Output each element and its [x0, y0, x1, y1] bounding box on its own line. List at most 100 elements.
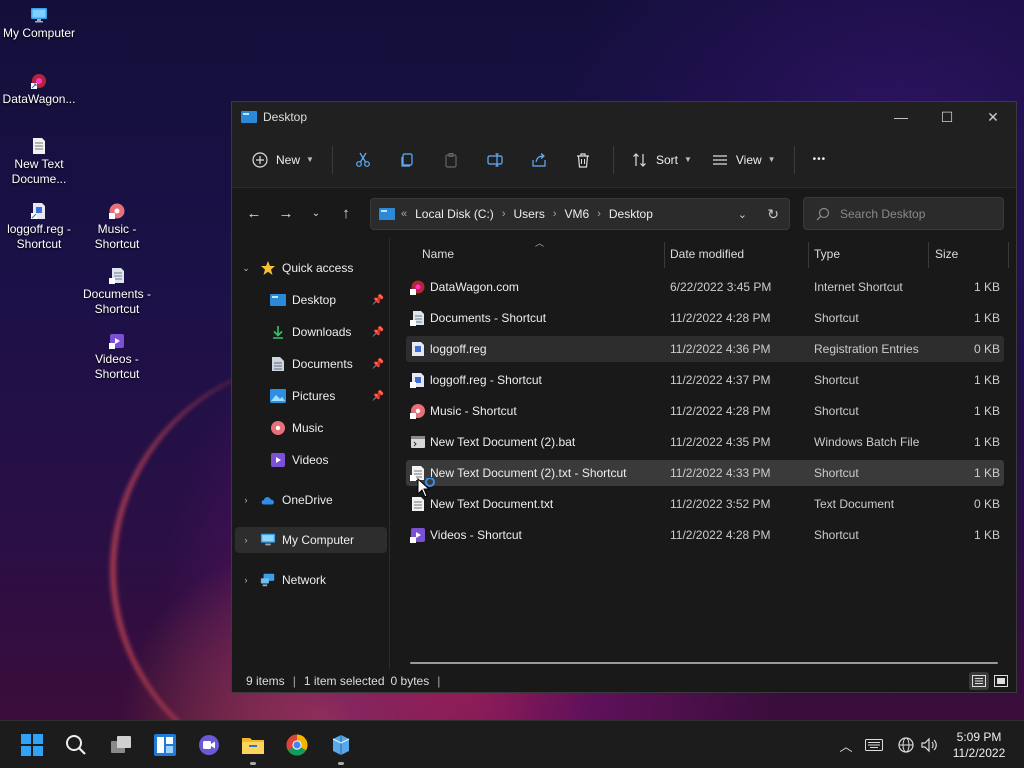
address-bar[interactable]: « Local Disk (C:) › Users › VM6 › Deskto…: [370, 198, 790, 230]
column-divider[interactable]: [664, 242, 665, 268]
windows-logo-icon: [21, 734, 43, 756]
breadcrumb-local-disk[interactable]: Local Disk (C:): [415, 207, 494, 221]
file-type: Shortcut: [814, 373, 859, 387]
forward-arrow-icon[interactable]: →: [270, 205, 302, 222]
cut-button[interactable]: [346, 144, 380, 176]
keyboard-icon[interactable]: [864, 735, 884, 755]
pin-icon[interactable]: 📌: [372, 359, 384, 370]
table-row[interactable]: Documents - Shortcut 11/2/2022 4:28 PM S…: [406, 305, 1004, 331]
chevron-right-icon[interactable]: ›: [238, 535, 254, 545]
maximize-button[interactable]: ☐: [924, 102, 970, 132]
download-icon: [270, 324, 286, 340]
breadcrumb-desktop[interactable]: Desktop: [609, 207, 653, 221]
desktop-icon-new-text-document[interactable]: New Text Docume...: [0, 137, 78, 187]
chevron-down-icon[interactable]: ⌄: [238, 263, 254, 274]
widgets-button[interactable]: [153, 733, 177, 757]
table-row[interactable]: loggoff.reg - Shortcut 11/2/2022 4:37 PM…: [406, 367, 1004, 393]
nav-network[interactable]: › Network: [232, 567, 388, 593]
file-type: Shortcut: [814, 528, 859, 542]
nav-item-documents[interactable]: Documents 📌: [232, 351, 388, 377]
nav-my-computer[interactable]: › My Computer: [235, 527, 387, 553]
back-arrow-icon[interactable]: ←: [238, 205, 270, 222]
up-arrow-icon[interactable]: ↑: [330, 205, 362, 222]
registry-icon: [412, 342, 424, 356]
share-button[interactable]: [522, 144, 556, 176]
nav-item-videos[interactable]: Videos: [232, 447, 388, 473]
desktop-icon-label: DataWagon...: [2, 92, 76, 106]
more-options-button[interactable]: •••: [803, 144, 837, 176]
table-row[interactable]: New Text Document (2).txt - Shortcut 11/…: [406, 460, 1004, 486]
tiles-view-button[interactable]: [991, 672, 1011, 690]
horizontal-scrollbar[interactable]: [410, 662, 998, 664]
table-row[interactable]: DataWagon.com 6/22/2022 3:45 PM Internet…: [406, 274, 1004, 300]
chevron-right-icon[interactable]: ›: [502, 208, 506, 220]
volume-icon[interactable]: [920, 735, 940, 755]
widgets-icon: [154, 734, 176, 756]
title-bar[interactable]: Desktop — ☐ ✕: [232, 102, 1016, 132]
column-divider[interactable]: [808, 242, 809, 268]
system-clock[interactable]: 5:09 PM 11/2/2022: [944, 729, 1014, 761]
app-taskbar-button[interactable]: [329, 733, 353, 757]
address-history-chevron-icon[interactable]: ⌄: [738, 208, 747, 221]
rename-button[interactable]: [478, 144, 512, 176]
details-view-button[interactable]: [969, 672, 989, 690]
recent-locations-chevron-icon[interactable]: ⌄: [302, 208, 330, 219]
new-button[interactable]: New ▼: [242, 144, 324, 176]
column-header-size[interactable]: Size: [935, 238, 958, 270]
file-name: New Text Document (2).bat: [430, 435, 576, 449]
start-button[interactable]: [20, 733, 44, 757]
nav-item-pictures[interactable]: Pictures 📌: [232, 383, 388, 409]
refresh-icon[interactable]: ↻: [767, 206, 779, 223]
chevron-right-icon[interactable]: ›: [597, 208, 601, 220]
show-hidden-icons-chevron-icon[interactable]: ︿: [836, 735, 856, 755]
desktop-icon-my-computer[interactable]: My Computer: [0, 6, 78, 41]
breadcrumb-overflow-icon[interactable]: «: [401, 208, 407, 220]
task-view-button[interactable]: [109, 733, 133, 757]
column-divider[interactable]: [928, 242, 929, 268]
pin-icon[interactable]: 📌: [372, 327, 384, 338]
table-row[interactable]: loggoff.reg 11/2/2022 4:36 PM Registrati…: [406, 336, 1004, 362]
delete-button[interactable]: [566, 144, 600, 176]
sort-button[interactable]: Sort ▼: [622, 144, 702, 176]
desktop-icon-videos-shortcut[interactable]: Videos - Shortcut: [78, 332, 156, 382]
chrome-taskbar-button[interactable]: [285, 733, 309, 757]
desktop-icon: [379, 208, 395, 220]
column-divider[interactable]: [1008, 242, 1009, 268]
pin-icon[interactable]: 📌: [372, 391, 384, 402]
nav-item-desktop[interactable]: Desktop 📌: [232, 287, 388, 313]
table-row[interactable]: New Text Document.txt 11/2/2022 3:52 PM …: [406, 491, 1004, 517]
network-globe-icon[interactable]: [896, 735, 916, 755]
file-date: 6/22/2022 3:45 PM: [670, 280, 772, 294]
search-button[interactable]: [64, 733, 88, 757]
nav-item-music[interactable]: Music: [232, 415, 388, 441]
status-separator: |: [292, 674, 296, 688]
breadcrumb-vm6[interactable]: VM6: [565, 207, 590, 221]
table-row[interactable]: New Text Document (2).bat 11/2/2022 4:35…: [406, 429, 1004, 455]
view-button[interactable]: View ▼: [702, 144, 786, 176]
column-header-name[interactable]: Name: [422, 238, 454, 270]
nav-quick-access[interactable]: ⌄ Quick access: [232, 255, 388, 281]
paste-button[interactable]: [434, 144, 468, 176]
chevron-right-icon[interactable]: ›: [553, 208, 557, 220]
desktop-icon-documents-shortcut[interactable]: Documents - Shortcut: [78, 267, 156, 317]
search-box[interactable]: [803, 197, 1004, 230]
close-button[interactable]: ✕: [970, 102, 1016, 132]
minimize-button[interactable]: —: [878, 102, 924, 132]
search-input[interactable]: [840, 206, 990, 221]
file-explorer-taskbar-button[interactable]: [241, 733, 265, 757]
desktop-icon-datawagon[interactable]: DataWagon...: [0, 72, 78, 107]
desktop-icon-loggoff-shortcut[interactable]: loggoff.reg - Shortcut: [0, 202, 78, 252]
chevron-right-icon[interactable]: ›: [238, 495, 254, 505]
breadcrumb-users[interactable]: Users: [513, 207, 544, 221]
column-header-date[interactable]: Date modified: [670, 238, 744, 270]
table-row[interactable]: Videos - Shortcut 11/2/2022 4:28 PM Shor…: [406, 522, 1004, 548]
chevron-right-icon[interactable]: ›: [238, 575, 254, 585]
column-header-type[interactable]: Type: [814, 238, 840, 270]
table-row[interactable]: Music - Shortcut 11/2/2022 4:28 PM Short…: [406, 398, 1004, 424]
nav-onedrive[interactable]: › OneDrive: [232, 487, 388, 513]
nav-item-downloads[interactable]: Downloads 📌: [232, 319, 388, 345]
copy-button[interactable]: [390, 144, 424, 176]
desktop-icon-music-shortcut[interactable]: Music - Shortcut: [78, 202, 156, 252]
chat-button[interactable]: [197, 733, 221, 757]
pin-icon[interactable]: 📌: [372, 295, 384, 306]
